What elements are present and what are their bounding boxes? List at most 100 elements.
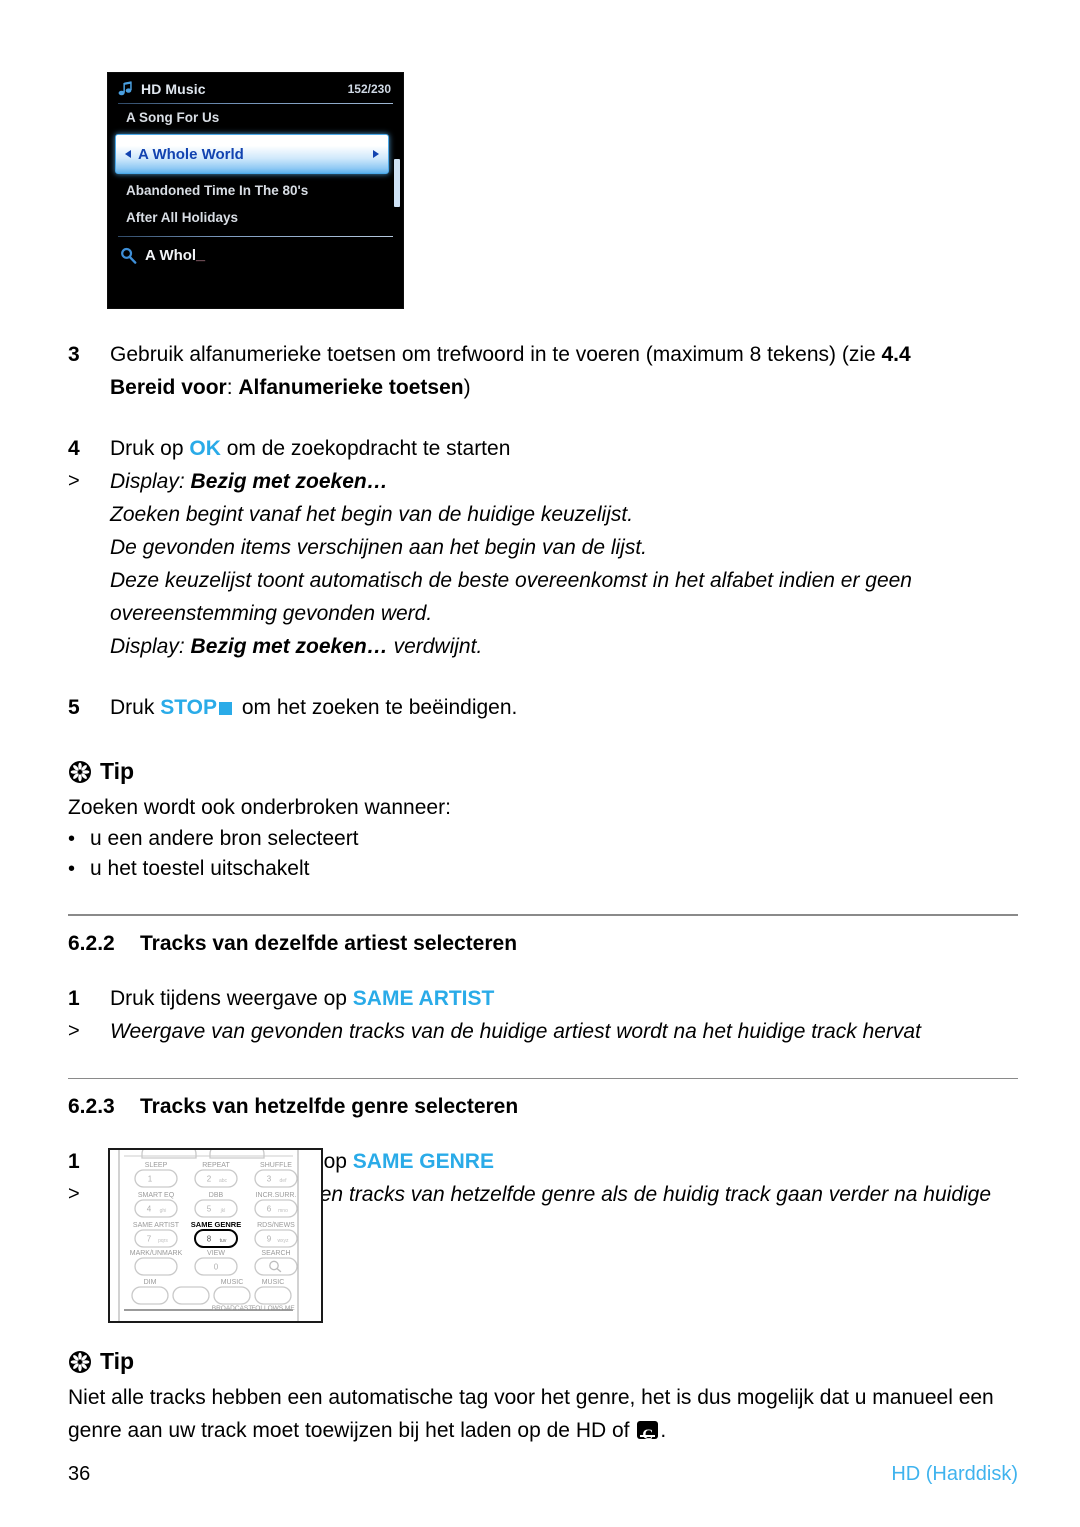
tip-1-bullet-2: u het toestel uitschakelt <box>90 857 310 880</box>
display-status: Bezig met zoeken… <box>190 470 388 493</box>
display-label-2: Display <box>110 635 179 658</box>
ok-key-label: OK <box>189 437 221 460</box>
svg-text:1: 1 <box>148 1175 153 1184</box>
svg-text:SEARCH: SEARCH <box>261 1250 290 1257</box>
step-4-text: Druk op OK om de zoekopdracht te starten <box>110 432 1018 465</box>
step-5-pre: Druk <box>110 696 161 719</box>
same-genre-key-label: SAME GENRE <box>352 1150 494 1173</box>
step-3-bold-2: Alfanumerieke toetsen <box>238 376 464 399</box>
svg-text:def: def <box>280 1178 288 1184</box>
display-disappears: verdwijnt. <box>387 635 483 658</box>
page-number: 36 <box>68 1463 91 1485</box>
svg-text:9: 9 <box>267 1235 272 1244</box>
step-number: 4 <box>68 437 80 460</box>
tip-title: Tip <box>100 1348 135 1374</box>
same-artist-key-label: SAME ARTIST <box>352 986 495 1010</box>
result-detail-4: overeenstemming gevonden werd. <box>110 602 433 625</box>
footer-section-label: HD (Harddisk) <box>891 1463 1018 1485</box>
list-item: • u het toestel uitschakelt <box>68 854 1018 884</box>
step-4-post: om de zoekopdracht te starten <box>220 437 511 460</box>
svg-text:0: 0 <box>214 1263 219 1272</box>
tip-2-text: Niet alle tracks hebben een automatische… <box>68 1381 1028 1452</box>
step-number: 1 <box>68 986 80 1010</box>
step-3-text: Gebruik alfanumerieke toetsen om trefwoo… <box>110 338 1018 404</box>
svg-text:INCR.SURR.: INCR.SURR. <box>256 1192 297 1199</box>
remote-control-diagram: SLEEP 1 REPEAT 2 abc SHUFFLE 3 def SMART… <box>108 1143 323 1323</box>
section-number: 6.2.2 <box>68 931 115 955</box>
cd-disc-icon <box>637 1419 659 1452</box>
list-item: • u een andere bron selecteert <box>68 824 1018 854</box>
page-footer: 36 HD (Harddisk) <box>68 1463 1018 1486</box>
svg-text:mno: mno <box>278 1208 288 1214</box>
svg-text:SHUFFLE: SHUFFLE <box>260 1162 292 1169</box>
step-5: 5 Druk STOP om het zoeken te beëindigen. <box>68 691 1018 724</box>
step-4-pre: Druk op <box>110 437 190 460</box>
display-status-2: Bezig met zoeken… <box>190 635 388 658</box>
svg-text:8: 8 <box>207 1235 212 1244</box>
step-3-paren: ) <box>463 376 471 399</box>
manual-page: HD Music 152/230 A Song For Us A Whole W… <box>0 0 1080 1527</box>
svg-text:jkl: jkl <box>220 1208 226 1214</box>
svg-text:FOLLOWS ME: FOLLOWS ME <box>251 1305 295 1312</box>
stop-square-icon <box>218 702 232 715</box>
svg-text:2: 2 <box>207 1175 212 1184</box>
section-divider <box>68 914 1018 916</box>
step-3-colon: : <box>226 376 239 399</box>
svg-text:SMART EQ: SMART EQ <box>138 1192 175 1199</box>
tip-2-block: Tip Niet alle tracks hebben een automati… <box>68 1348 1028 1452</box>
section-heading-623: 6.2.3 Tracks van hetzelfde genre selecte… <box>68 1095 1018 1119</box>
svg-text:wxyz: wxyz <box>277 1238 289 1244</box>
tip-asterisk-icon <box>69 760 91 783</box>
step-number: 1 <box>68 1150 80 1173</box>
section-622-result-text: Weergave van gevonden tracks van de huid… <box>110 1019 921 1043</box>
step-3: 3 Gebruik alfanumerieke toetsen om trefw… <box>68 338 1018 404</box>
svg-text:tuv: tuv <box>220 1238 227 1244</box>
step-number: 3 <box>68 343 80 366</box>
step-4-result-text: Display: Bezig met zoeken… Zoeken begint… <box>110 465 1018 663</box>
section-title: Tracks van dezelfde artiest selecteren <box>140 931 518 955</box>
bullet-icon: • <box>68 828 76 850</box>
svg-text:4: 4 <box>147 1205 152 1214</box>
svg-text:ghi: ghi <box>160 1208 167 1214</box>
result-marker: > <box>68 470 80 492</box>
step-3-bold-1: Bereid voor <box>110 376 227 399</box>
tip-2-line-2b: . <box>660 1419 667 1442</box>
display-label: Display <box>110 470 179 493</box>
svg-text:REPEAT: REPEAT <box>202 1162 230 1169</box>
svg-text:pqrs: pqrs <box>158 1238 168 1244</box>
svg-text:RDS/NEWS: RDS/NEWS <box>257 1222 295 1229</box>
svg-text:DBB: DBB <box>209 1192 224 1199</box>
svg-text:BROADCAST: BROADCAST <box>212 1305 252 1312</box>
svg-text:MARK/UNMARK: MARK/UNMARK <box>130 1250 183 1257</box>
result-detail-2: De gevonden items verschijnen aan het be… <box>110 536 647 559</box>
page-content: 3 Gebruik alfanumerieke toetsen om trefw… <box>68 0 1018 1244</box>
tip-1-intro: Zoeken wordt ook onderbroken wanneer: <box>68 796 451 819</box>
section-heading-622: 6.2.2 Tracks van dezelfde artiest select… <box>68 932 1018 956</box>
step-4: 4 Druk op OK om de zoekopdracht te start… <box>68 432 1018 465</box>
svg-text:3: 3 <box>267 1175 272 1184</box>
display-colon: : <box>178 470 191 493</box>
svg-text:SLEEP: SLEEP <box>145 1162 168 1169</box>
display-colon-2: : <box>178 635 191 658</box>
svg-text:7: 7 <box>147 1235 152 1244</box>
tip-2-line-2a: genre aan uw track moet toewijzen bij he… <box>68 1419 636 1442</box>
section-title: Tracks van hetzelfde genre selecteren <box>140 1095 519 1118</box>
section-divider <box>68 1077 1018 1079</box>
svg-text:5: 5 <box>207 1205 212 1214</box>
result-marker: > <box>68 1019 80 1042</box>
bullet-icon: • <box>68 858 76 880</box>
section-622-step-1: 1 Druk tijdens weergave op SAME ARTIST <box>68 982 1018 1015</box>
svg-text:MUSIC: MUSIC <box>221 1279 244 1286</box>
stop-key-label: STOP <box>160 696 217 719</box>
step-5-text: Druk STOP om het zoeken te beëindigen. <box>110 691 1018 724</box>
svg-text:SAME ARTIST: SAME ARTIST <box>133 1222 180 1229</box>
section-622-result: > Weergave van gevonden tracks van de hu… <box>68 1015 1018 1048</box>
step-pre: Druk tijdens weergave op <box>110 986 353 1010</box>
result-marker: > <box>68 1183 80 1205</box>
tip-2-line-1: Niet alle tracks hebben een automatische… <box>68 1386 994 1409</box>
remote-control-svg: SLEEP 1 REPEAT 2 abc SHUFFLE 3 def SMART… <box>118 1143 299 1321</box>
tip-heading: Tip <box>68 1348 1028 1375</box>
tip-asterisk-icon <box>69 1350 91 1373</box>
step-3-line1: Gebruik alfanumerieke toetsen om trefwoo… <box>110 343 882 366</box>
svg-text:6: 6 <box>267 1205 272 1214</box>
